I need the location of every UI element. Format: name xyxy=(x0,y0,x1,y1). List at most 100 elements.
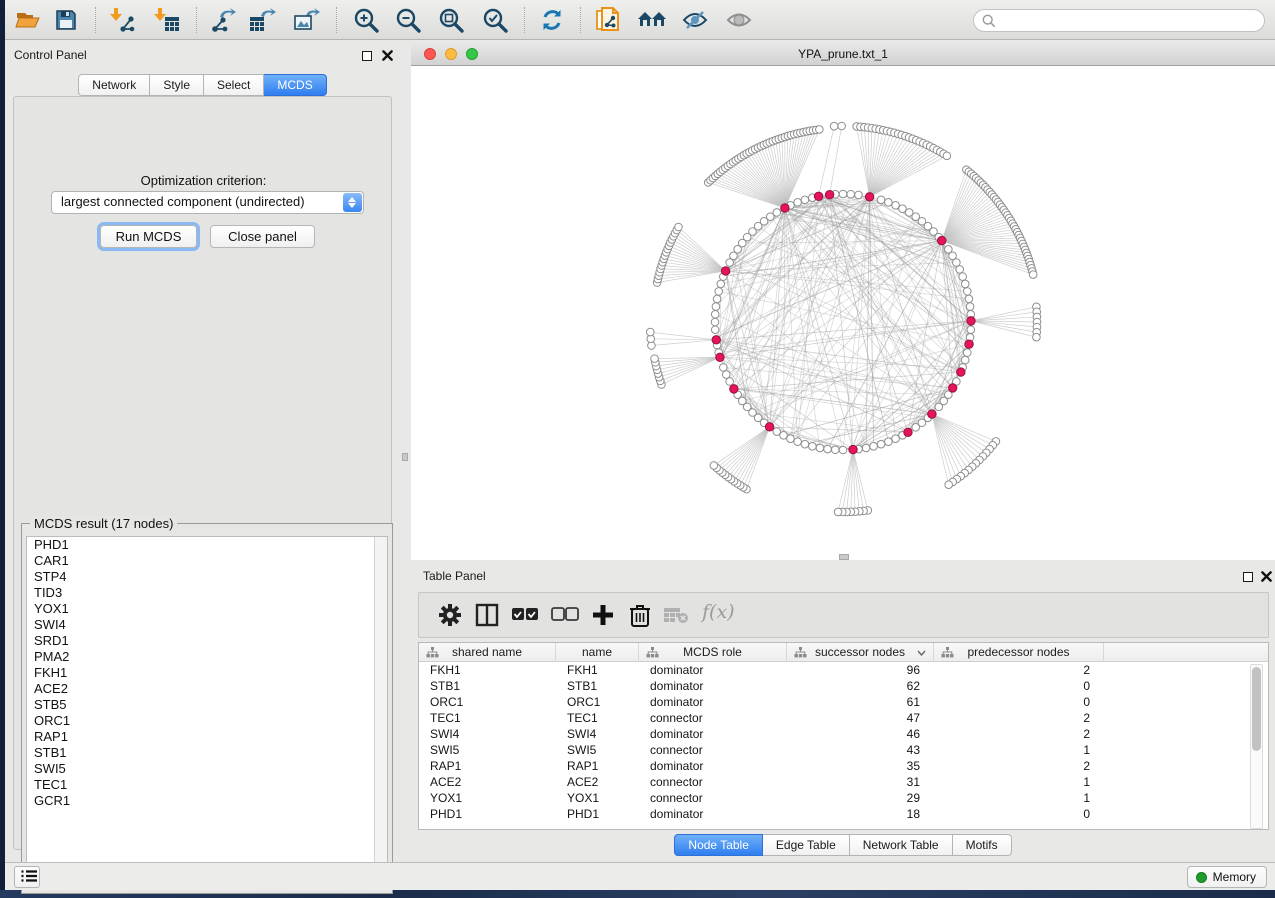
unselect-all-columns-button[interactable] xyxy=(550,601,580,631)
table-cell: 18 xyxy=(787,806,934,822)
save-session-button[interactable] xyxy=(51,5,81,35)
table-row[interactable]: STB1STB1dominator620 xyxy=(419,678,1268,694)
search-input[interactable] xyxy=(1001,13,1256,29)
table-row[interactable]: SWI4SWI4dominator462 xyxy=(419,726,1268,742)
mcds-result-item[interactable]: STB5 xyxy=(27,697,387,713)
tab-style[interactable]: Style xyxy=(150,74,204,96)
mcds-result-item[interactable]: RAP1 xyxy=(27,729,387,745)
table-row[interactable]: PHD1PHD1dominator180 xyxy=(419,806,1268,822)
hide-annotations-button[interactable] xyxy=(680,5,710,35)
table-cell: dominator xyxy=(639,662,787,678)
table-cell: 62 xyxy=(787,678,934,694)
export-network-button[interactable] xyxy=(208,5,238,35)
splitter-handle[interactable] xyxy=(402,453,408,461)
select-all-columns-button[interactable] xyxy=(510,601,540,631)
mcds-result-item[interactable]: CAR1 xyxy=(27,553,387,569)
tab-edge-table[interactable]: Edge Table xyxy=(763,834,850,856)
function-builder-button[interactable]: f(x) xyxy=(702,601,735,623)
mcds-result-item[interactable]: ACE2 xyxy=(27,681,387,697)
memory-status-icon xyxy=(1196,872,1207,883)
show-columns-button[interactable] xyxy=(472,601,502,631)
mcds-result-item[interactable]: SWI4 xyxy=(27,617,387,633)
network-canvas[interactable] xyxy=(411,66,1275,560)
create-column-button[interactable] xyxy=(588,601,618,631)
houses-icon xyxy=(637,8,667,32)
network-file-button[interactable] xyxy=(593,5,623,35)
column-header-shared-name[interactable]: shared name xyxy=(419,643,556,662)
column-header-label: successor nodes xyxy=(787,643,933,661)
mcds-result-item[interactable]: ORC1 xyxy=(27,713,387,729)
mcds-result-item[interactable]: STP4 xyxy=(27,569,387,585)
mcds-result-item[interactable]: PHD1 xyxy=(27,537,387,553)
tab-motifs[interactable]: Motifs xyxy=(953,834,1012,856)
table-row[interactable]: SWI5SWI5connector431 xyxy=(419,742,1268,758)
run-mcds-button[interactable]: Run MCDS xyxy=(100,225,197,248)
table-row[interactable]: TEC1TEC1connector472 xyxy=(419,710,1268,726)
table-row[interactable]: FKH1FKH1dominator962 xyxy=(419,662,1268,678)
zoom-in-button[interactable] xyxy=(351,5,381,35)
zoom-fit-button[interactable] xyxy=(436,5,466,35)
table-settings-button[interactable] xyxy=(435,601,465,631)
open-folder-icon xyxy=(15,8,41,32)
refresh-view-button[interactable] xyxy=(537,5,567,35)
tab-network[interactable]: Network xyxy=(78,74,150,96)
mcds-result-item[interactable]: SWI5 xyxy=(27,761,387,777)
column-network-icon xyxy=(941,647,954,658)
mcds-result-item[interactable]: SRD1 xyxy=(27,633,387,649)
search-field[interactable] xyxy=(973,9,1265,32)
mcds-list-scrollbar[interactable] xyxy=(374,537,387,888)
show-annotations-button[interactable] xyxy=(724,5,754,35)
table-row[interactable]: YOX1YOX1connector291 xyxy=(419,790,1268,806)
list-icon xyxy=(21,869,37,883)
table-row[interactable]: ORC1ORC1dominator610 xyxy=(419,694,1268,710)
close-panel-icon[interactable] xyxy=(382,50,393,61)
import-network-button[interactable] xyxy=(108,5,138,35)
table-scrollbar-thumb[interactable] xyxy=(1252,667,1261,751)
mcds-result-item[interactable]: TEC1 xyxy=(27,777,387,793)
column-header-name[interactable]: name xyxy=(556,643,639,662)
network-window-titlebar[interactable]: YPA_prune.txt_1 xyxy=(411,42,1275,66)
export-image-button[interactable] xyxy=(292,5,322,35)
column-header-predecessor-nodes[interactable]: predecessor nodes xyxy=(934,643,1104,662)
panel-splitter[interactable] xyxy=(400,40,411,862)
table-cell: 2 xyxy=(934,726,1104,742)
export-image-icon xyxy=(293,7,321,33)
optimization-criterion-select[interactable]: largest connected component (undirected) xyxy=(51,191,364,214)
network-graph[interactable] xyxy=(411,66,1275,560)
mcds-result-list[interactable]: PHD1CAR1STP4TID3YOX1SWI4SRD1PMA2FKH1ACE2… xyxy=(26,536,388,889)
table-cell: 29 xyxy=(787,790,934,806)
gear-icon xyxy=(438,603,462,627)
delete-table-button[interactable] xyxy=(661,601,691,631)
tab-select[interactable]: Select xyxy=(204,74,264,96)
table-cell: 43 xyxy=(787,742,934,758)
close-panel-button[interactable]: Close panel xyxy=(210,225,315,248)
column-header-MCDS-role[interactable]: MCDS role xyxy=(639,643,787,662)
float-panel-icon[interactable] xyxy=(1243,572,1253,582)
home-networks-button[interactable] xyxy=(636,5,666,35)
close-panel-icon[interactable] xyxy=(1261,571,1272,582)
zoom-selected-button[interactable] xyxy=(480,5,510,35)
zoom-out-button[interactable] xyxy=(393,5,423,35)
float-panel-icon[interactable] xyxy=(362,51,372,61)
mcds-result-item[interactable]: FKH1 xyxy=(27,665,387,681)
trash-icon xyxy=(629,603,651,627)
import-table-button[interactable] xyxy=(152,5,182,35)
open-file-button[interactable] xyxy=(13,5,43,35)
delete-column-button[interactable] xyxy=(625,601,655,631)
column-header-successor-nodes[interactable]: successor nodes xyxy=(787,643,934,662)
task-history-button[interactable] xyxy=(14,866,40,888)
tab-network-table[interactable]: Network Table xyxy=(850,834,953,856)
mcds-result-item[interactable]: GCR1 xyxy=(27,793,387,809)
mcds-result-item[interactable]: PMA2 xyxy=(27,649,387,665)
export-table-button[interactable] xyxy=(248,5,278,35)
tab-node-table[interactable]: Node Table xyxy=(674,834,763,856)
memory-button[interactable]: Memory xyxy=(1187,866,1267,888)
tab-mcds[interactable]: MCDS xyxy=(264,74,326,96)
table-row[interactable]: RAP1RAP1dominator352 xyxy=(419,758,1268,774)
mcds-result-item[interactable]: YOX1 xyxy=(27,601,387,617)
table-scrollbar[interactable] xyxy=(1250,664,1263,829)
table-row[interactable]: ACE2ACE2connector311 xyxy=(419,774,1268,790)
mcds-result-item[interactable]: TID3 xyxy=(27,585,387,601)
mcds-result-item[interactable]: STB1 xyxy=(27,745,387,761)
right-area: YPA_prune.txt_1 Table Panel xyxy=(411,40,1275,862)
